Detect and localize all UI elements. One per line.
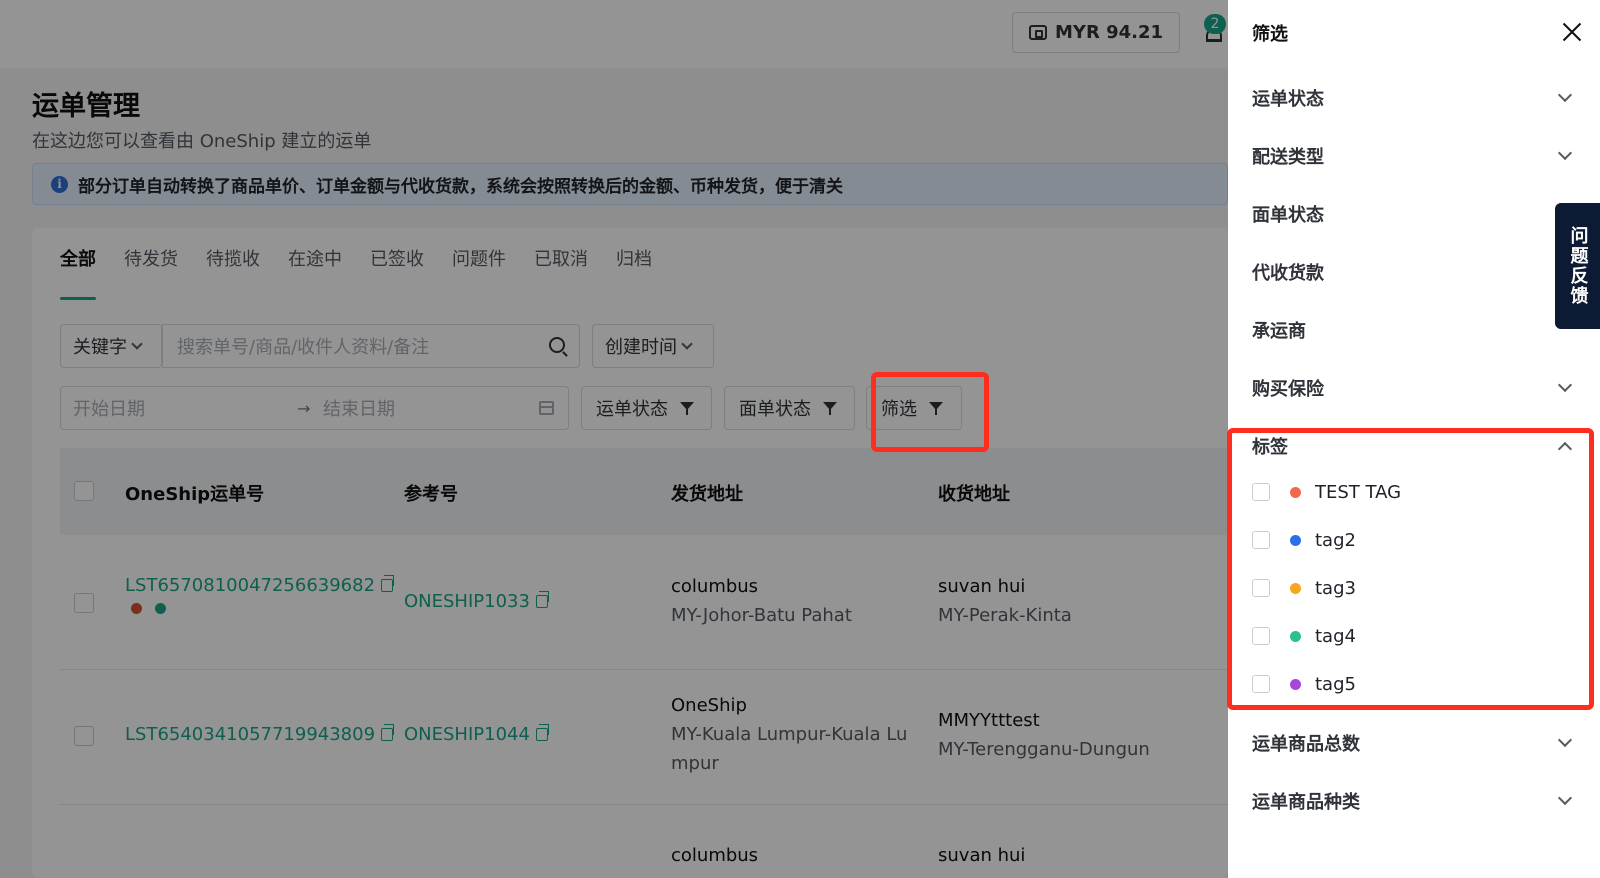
tag-section-highlight bbox=[1227, 428, 1594, 710]
chevron-down-icon bbox=[1557, 87, 1573, 103]
section-label: 运单商品种类 bbox=[1252, 792, 1360, 813]
filter-button-highlight bbox=[871, 372, 989, 452]
close-icon[interactable] bbox=[1562, 22, 1582, 42]
section-label: 代收货款 bbox=[1252, 263, 1324, 284]
section-item-total[interactable]: 运单商品总数 bbox=[1252, 723, 1576, 763]
section-label: 运单商品总数 bbox=[1252, 734, 1360, 755]
drawer-title: 筛选 bbox=[1252, 24, 1288, 45]
section-insurance[interactable]: 购买保险 bbox=[1252, 368, 1576, 408]
chevron-down-icon bbox=[1557, 377, 1573, 393]
section-label: 运单状态 bbox=[1252, 89, 1324, 110]
section-label: 承运商 bbox=[1252, 321, 1306, 342]
section-label: 面单状态 bbox=[1252, 205, 1324, 226]
feedback-button[interactable]: 问题反馈 bbox=[1555, 203, 1600, 329]
section-label: 配送类型 bbox=[1252, 147, 1324, 168]
section-item-types[interactable]: 运单商品种类 bbox=[1252, 781, 1576, 821]
section-waybill-status[interactable]: 运单状态 bbox=[1252, 78, 1576, 118]
chevron-down-icon bbox=[1557, 732, 1573, 748]
section-cod[interactable]: 代收货款 bbox=[1252, 252, 1576, 292]
modal-overlay[interactable] bbox=[0, 0, 1228, 878]
section-label-status[interactable]: 面单状态 bbox=[1252, 194, 1576, 234]
section-label: 购买保险 bbox=[1252, 379, 1324, 400]
section-delivery-type[interactable]: 配送类型 bbox=[1252, 136, 1576, 176]
section-carrier[interactable]: 承运商 bbox=[1252, 310, 1576, 350]
chevron-down-icon bbox=[1557, 145, 1573, 161]
chevron-down-icon bbox=[1557, 790, 1573, 806]
